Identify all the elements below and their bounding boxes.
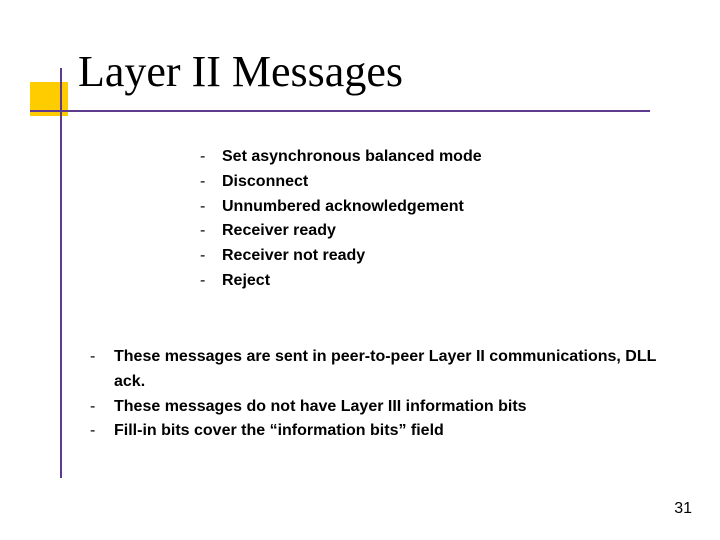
list-item: - Receiver not ready <box>200 244 630 269</box>
page-number: 31 <box>674 500 692 518</box>
dash-bullet-icon: - <box>90 345 114 370</box>
list-item: - Unnumbered acknowledgement <box>200 195 630 220</box>
list-item-text: Reject <box>222 269 270 294</box>
horizontal-rule <box>30 110 650 112</box>
dash-bullet-icon: - <box>200 145 222 170</box>
list-item: - These messages do not have Layer III i… <box>90 395 670 420</box>
list-item-text: These messages do not have Layer III inf… <box>114 395 527 420</box>
list-item: - Receiver ready <box>200 219 630 244</box>
slide-title: Layer II Messages <box>78 46 403 97</box>
list-item: - Set asynchronous balanced mode <box>200 145 630 170</box>
dash-bullet-icon: - <box>200 244 222 269</box>
list-item: - Reject <box>200 269 630 294</box>
vertical-rule <box>60 68 62 478</box>
list-item: - Fill-in bits cover the “information bi… <box>90 419 670 444</box>
list-item-text: Unnumbered acknowledgement <box>222 195 464 220</box>
list-item-text: Fill-in bits cover the “information bits… <box>114 419 444 444</box>
list-item: - Disconnect <box>200 170 630 195</box>
list-item-text: Receiver not ready <box>222 244 365 269</box>
list-item: - These messages are sent in peer-to-pee… <box>90 345 670 395</box>
sub-bullet-list: - Set asynchronous balanced mode - Disco… <box>200 145 630 294</box>
dash-bullet-icon: - <box>200 195 222 220</box>
main-bullet-list: - These messages are sent in peer-to-pee… <box>90 345 670 444</box>
list-item-text: Receiver ready <box>222 219 336 244</box>
list-item-text: Disconnect <box>222 170 308 195</box>
dash-bullet-icon: - <box>200 219 222 244</box>
list-item-text: These messages are sent in peer-to-peer … <box>114 345 670 395</box>
dash-bullet-icon: - <box>200 170 222 195</box>
dash-bullet-icon: - <box>90 419 114 444</box>
dash-bullet-icon: - <box>90 395 114 420</box>
dash-bullet-icon: - <box>200 269 222 294</box>
list-item-text: Set asynchronous balanced mode <box>222 145 482 170</box>
